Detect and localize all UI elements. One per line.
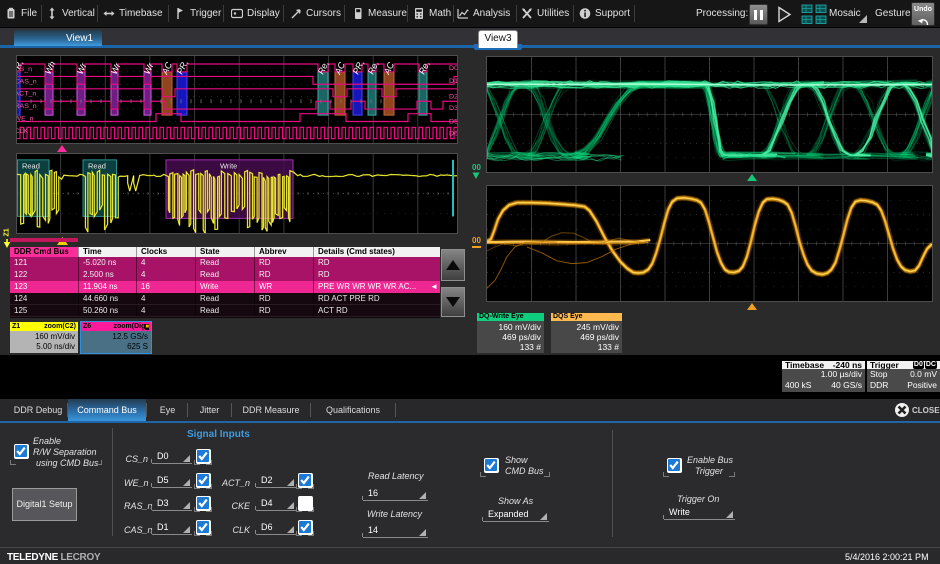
svg-text:Read: Read: [22, 162, 40, 171]
svg-text:ACT_n: ACT_n: [17, 91, 36, 98]
svg-text:RAS_n: RAS_n: [17, 103, 37, 110]
svg-text:D3: D3: [449, 105, 457, 112]
svg-text:D1: D1: [449, 78, 457, 85]
svg-text:D5: D5: [449, 119, 457, 126]
svg-text:PR,: PR,: [175, 58, 190, 75]
svg-text:PR,: PR,: [351, 58, 366, 75]
svg-text:Re,: Re,: [366, 59, 381, 76]
svg-text:CS_n: CS_n: [17, 66, 32, 73]
svg-text:Wh: Wh: [43, 60, 58, 76]
svg-text:Wr: Wr: [75, 61, 89, 76]
svg-text:D0: D0: [449, 65, 457, 72]
svg-text:Read: Read: [88, 162, 106, 171]
svg-text:CLK: CLK: [17, 128, 28, 135]
svg-text:Wr: Wr: [109, 61, 123, 76]
svg-text:WE_n: WE_n: [17, 116, 34, 123]
svg-text:Re,: Re,: [417, 59, 432, 76]
svg-text:D6: D6: [449, 131, 457, 138]
svg-text:Write: Write: [220, 162, 237, 171]
svg-text:D2: D2: [449, 94, 457, 101]
svg-text:Wr: Wr: [142, 61, 156, 76]
svg-text:CAS_n: CAS_n: [17, 78, 37, 85]
